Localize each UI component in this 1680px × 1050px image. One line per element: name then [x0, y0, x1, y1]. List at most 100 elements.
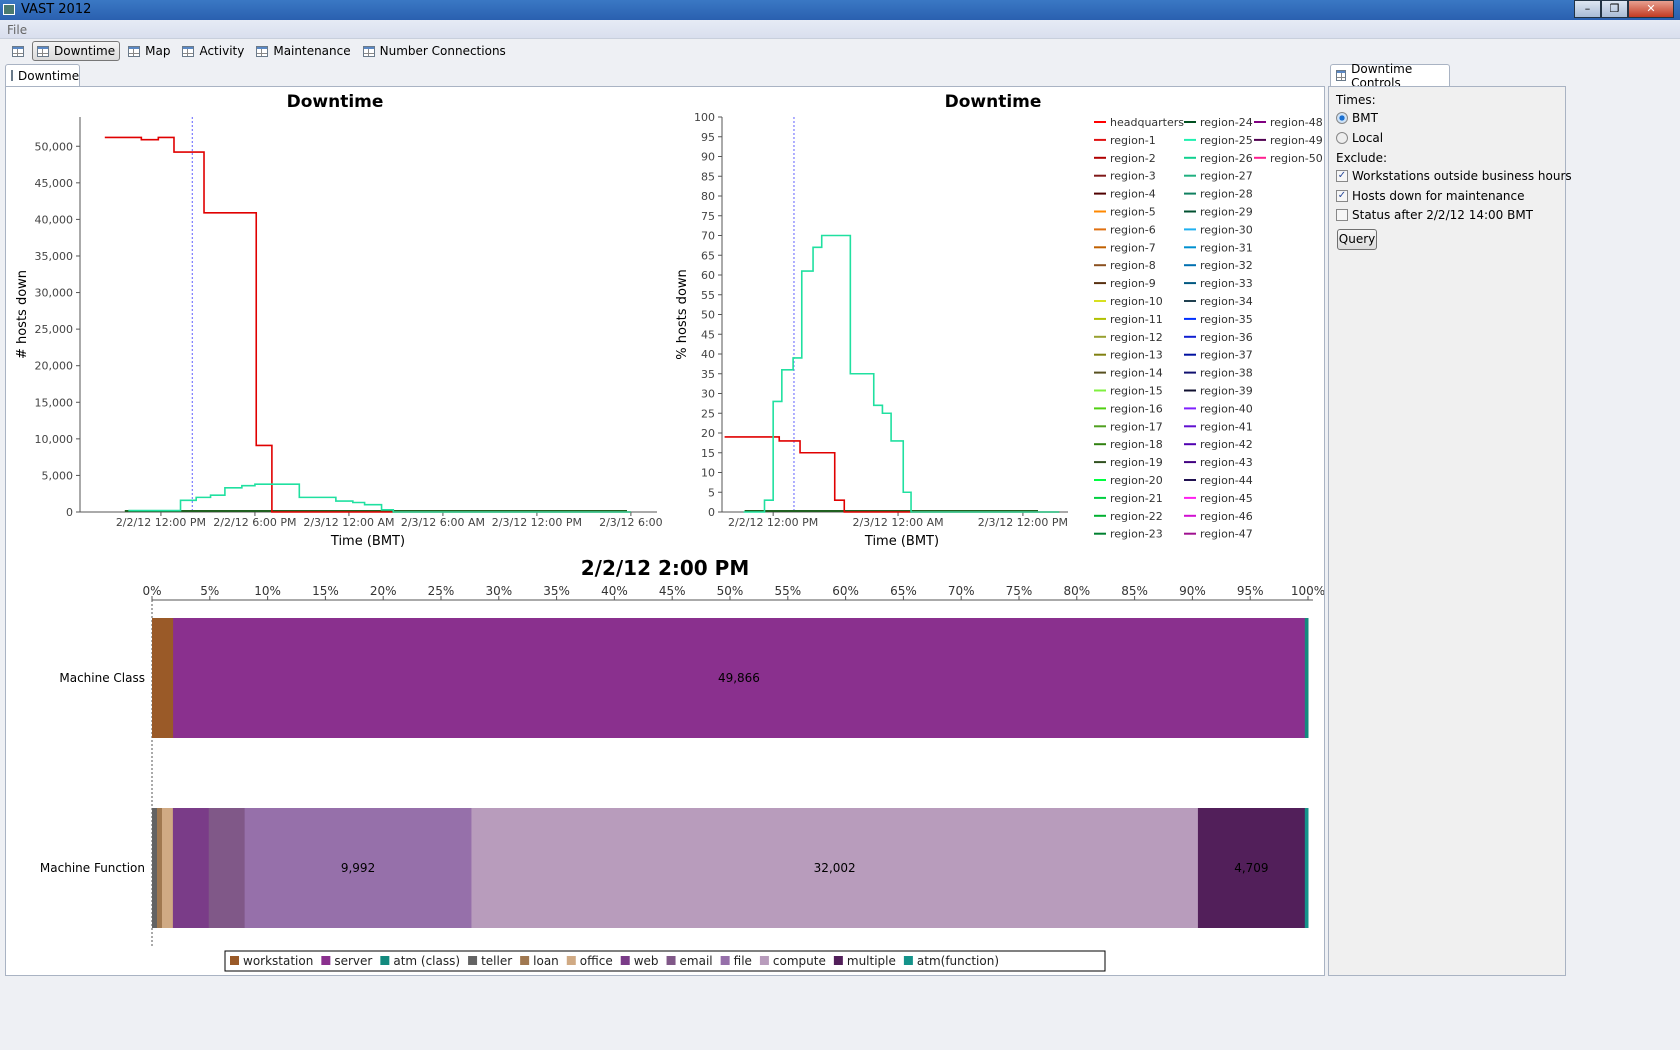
legend-entry: atm (class): [393, 954, 460, 968]
tab-downtime[interactable]: Downtime: [5, 64, 80, 86]
legend-swatch: [620, 956, 630, 965]
query-button[interactable]: Query: [1337, 229, 1377, 250]
toolbar-number-connections[interactable]: Number Connections: [359, 41, 510, 61]
x-tick-label: 60%: [832, 584, 859, 598]
data-label: 32,002: [814, 861, 856, 875]
legend-entry: region-6: [1110, 223, 1156, 236]
tab-downtime-controls[interactable]: Downtime Controls: [1330, 62, 1450, 90]
category-label: Machine Function: [40, 861, 145, 875]
x-axis-label: Time (BMT): [864, 534, 939, 549]
checkbox-status-after[interactable]: Status after 2/2/12 14:00 BMT: [1336, 208, 1533, 222]
legend-swatch: [230, 956, 239, 965]
x-tick-label: 75%: [1006, 584, 1033, 598]
bar-segment: [161, 808, 174, 928]
legend-swatch: [321, 956, 331, 965]
y-tick-label: 40,000: [35, 213, 74, 226]
y-tick-label: 35,000: [35, 250, 74, 263]
legend-entry: region-15: [1110, 385, 1163, 398]
bar-segment: [1304, 618, 1309, 738]
maximize-button[interactable]: ❐: [1601, 0, 1628, 18]
legend-entry: region-35: [1200, 313, 1253, 326]
legend-entry: region-48: [1270, 116, 1323, 129]
legend-entry: region-4: [1110, 188, 1156, 201]
legend-entry: region-32: [1200, 259, 1253, 272]
x-axis-label: Time (BMT): [330, 534, 405, 549]
y-tick-label: 20: [701, 427, 715, 440]
series-line: [743, 234, 1060, 513]
legend-swatch: [566, 956, 576, 965]
x-tick-label: 2/3/12 12:00 PM: [492, 516, 582, 529]
legend-swatch: [468, 956, 478, 965]
menu-file[interactable]: File: [7, 23, 27, 37]
checkbox-workstations[interactable]: ✓ Workstations outside business hours: [1336, 169, 1572, 183]
toolbar-label: Downtime: [54, 44, 116, 58]
y-tick-label: 5: [708, 486, 715, 499]
legend-entry: loan: [533, 954, 559, 968]
y-tick-label: 25,000: [35, 323, 74, 336]
x-tick-label: 85%: [1121, 584, 1148, 598]
legend-entry: region-34: [1200, 295, 1253, 308]
legend-swatch: [903, 956, 913, 965]
exclude-label: Exclude:: [1336, 151, 1388, 165]
legend-entry: region-18: [1110, 438, 1163, 451]
legend-swatch: [720, 956, 730, 965]
y-tick-label: 10: [701, 467, 715, 480]
x-tick-label: 0%: [142, 584, 161, 598]
checkbox-maintenance[interactable]: ✓ Hosts down for maintenance: [1336, 189, 1525, 203]
legend-entry: region-44: [1200, 474, 1253, 487]
legend-entry: region-41: [1200, 420, 1253, 433]
close-button[interactable]: ✕: [1628, 0, 1674, 18]
x-tick-label: 2/3/12 12:00 PM: [978, 516, 1068, 529]
new-table-icon: [12, 45, 24, 57]
minimize-button[interactable]: –: [1574, 0, 1601, 18]
bar-chart-title: 2/2/12 2:00 PM: [581, 556, 750, 580]
y-tick-label: 40: [701, 348, 715, 361]
toolbar-label: Map: [145, 44, 171, 58]
checkbox-label: Workstations outside business hours: [1352, 169, 1572, 183]
y-tick-label: 45,000: [35, 177, 74, 190]
x-tick-label: 2/3/12 12:00 AM: [852, 516, 943, 529]
legend-entry: region-2: [1110, 152, 1156, 165]
legend-entry: region-47: [1200, 528, 1253, 541]
legend-swatch: [380, 956, 390, 965]
x-tick-label: 10%: [254, 584, 281, 598]
legend-entry: office: [580, 954, 613, 968]
legend-swatch: [520, 956, 530, 965]
menu-bar: File: [0, 20, 1680, 39]
data-label: 49,866: [718, 671, 760, 685]
bar-segment: [156, 808, 163, 928]
y-tick-label: 50,000: [35, 140, 74, 153]
x-tick-label: 80%: [1063, 584, 1090, 598]
legend-entry: region-28: [1200, 188, 1253, 201]
legend-entry: region-31: [1200, 241, 1253, 254]
y-tick-label: 60: [701, 269, 715, 282]
toolbar-maintenance[interactable]: Maintenance: [252, 41, 354, 61]
y-tick-label: 45: [701, 328, 715, 341]
data-label: 4,709: [1234, 861, 1268, 875]
toolbar-activity[interactable]: Activity: [178, 41, 248, 61]
times-label: Times:: [1336, 93, 1376, 107]
table-icon: [128, 45, 141, 57]
radio-label: Local: [1352, 131, 1384, 145]
toolbar-map[interactable]: Map: [124, 41, 174, 61]
y-tick-label: 95: [701, 131, 715, 144]
radio-bmt[interactable]: BMT: [1336, 111, 1378, 125]
legend-entry: file: [734, 954, 752, 968]
legend-entry: region-20: [1110, 474, 1163, 487]
radio-local[interactable]: Local: [1336, 131, 1383, 145]
checkbox-icon: [1336, 209, 1348, 221]
x-tick-label: 2/3/12 6:00 AM: [401, 516, 485, 529]
toolbar-downtime[interactable]: Downtime: [32, 41, 121, 61]
legend-entry: region-10: [1110, 295, 1163, 308]
legend-entry: region-30: [1200, 223, 1253, 236]
toolbar-label: Maintenance: [273, 44, 351, 58]
bar-segment: [152, 808, 158, 928]
legend-entry: region-43: [1200, 456, 1253, 469]
new-view-button[interactable]: [8, 41, 28, 61]
legend-swatch: [759, 956, 769, 965]
x-tick-label: 2/3/12 12:00 AM: [303, 516, 394, 529]
legend-entry: region-1: [1110, 134, 1156, 147]
legend-entry: region-29: [1200, 206, 1253, 219]
data-label: 9,992: [341, 861, 375, 875]
table-icon: [182, 45, 195, 57]
